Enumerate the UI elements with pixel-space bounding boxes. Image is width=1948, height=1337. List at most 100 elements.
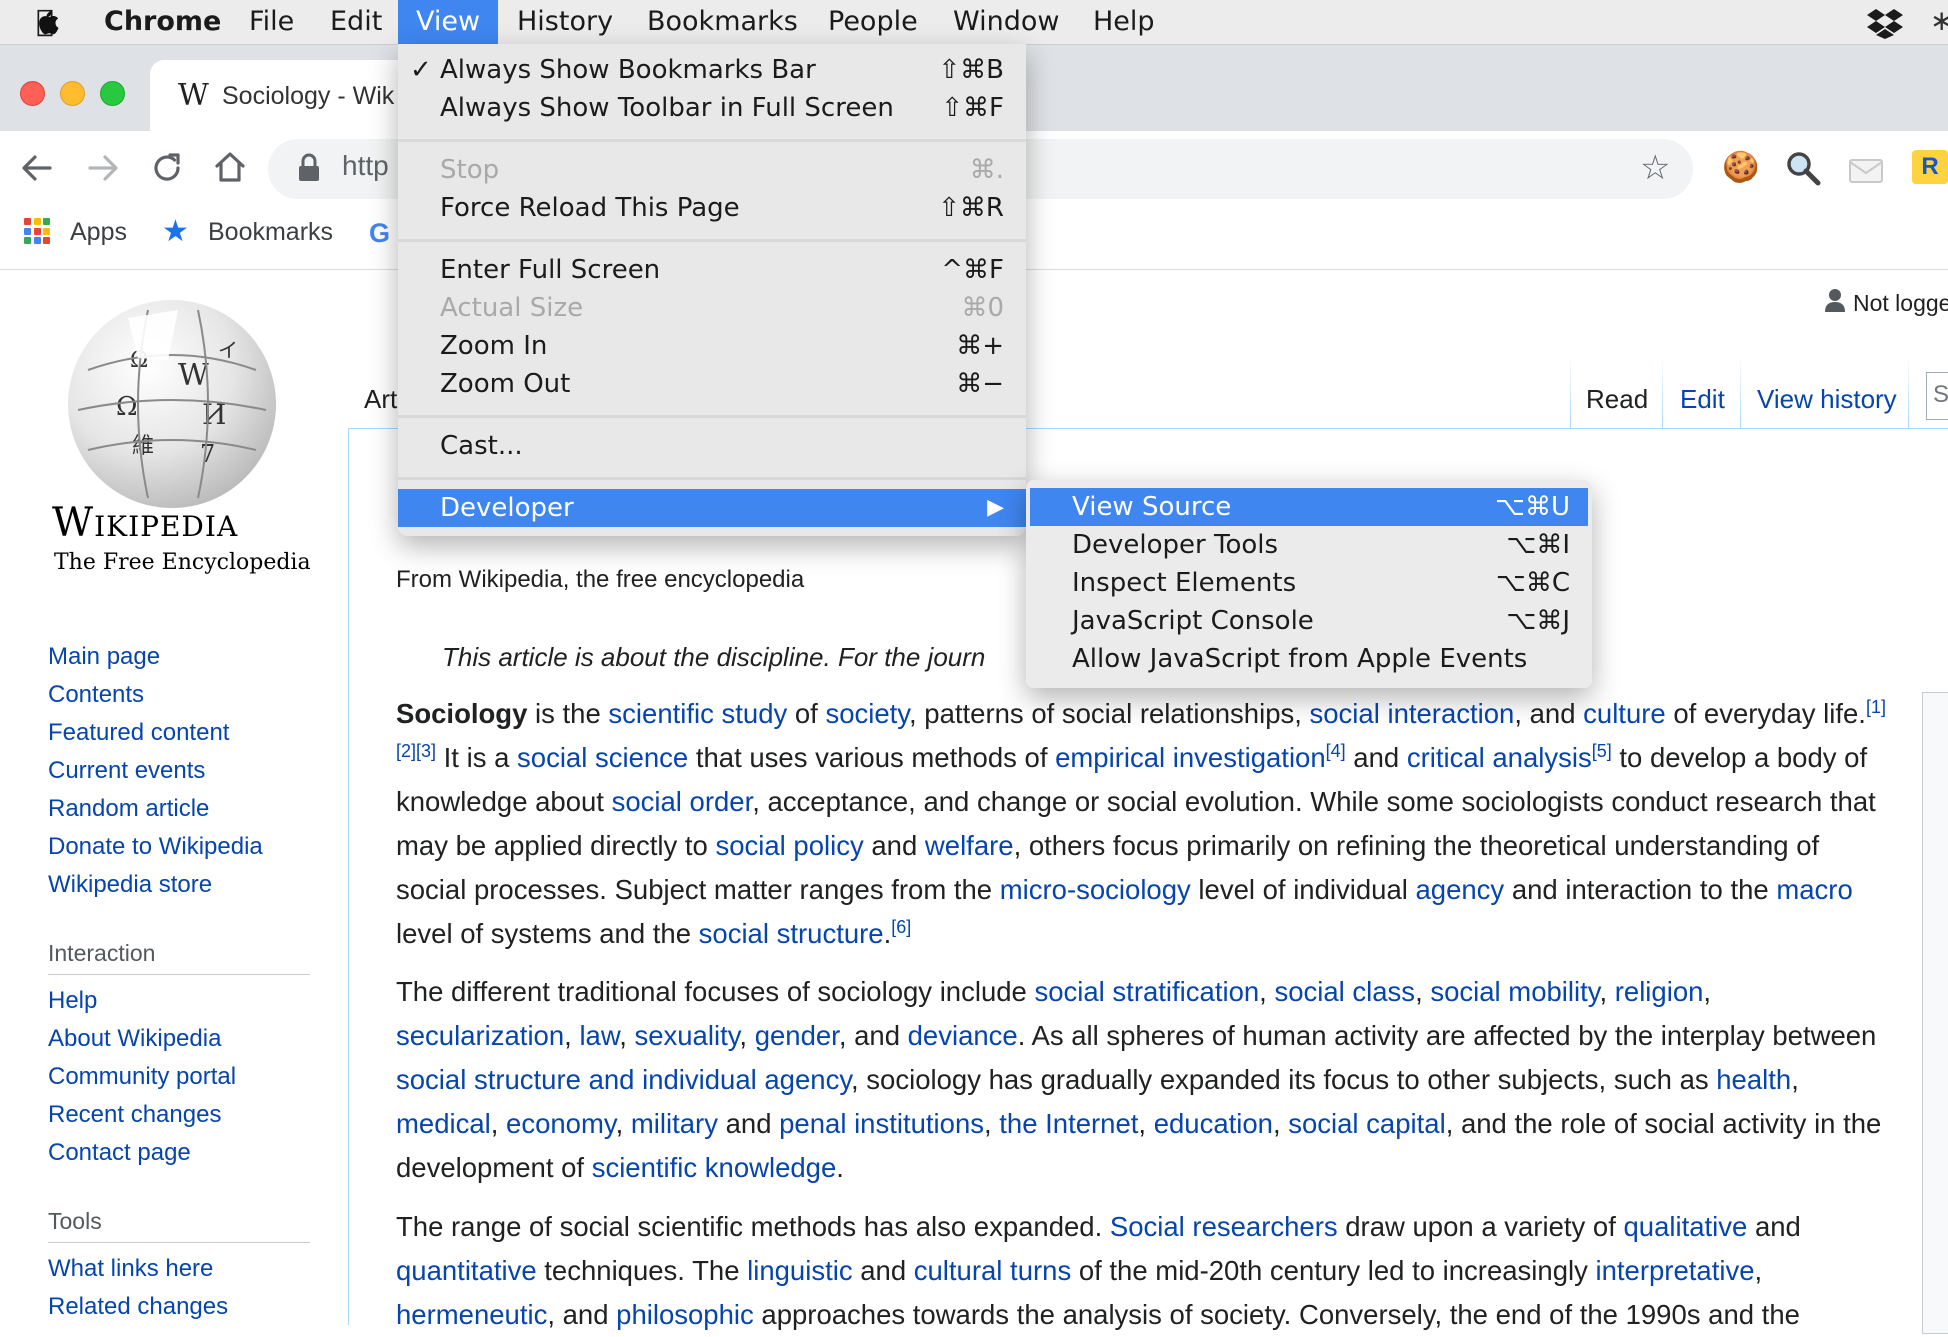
bluetooth-icon[interactable]: ∗	[1930, 4, 1948, 37]
menu-shortcut: ⌘.	[969, 155, 1004, 185]
nav-help[interactable]: Help	[48, 987, 97, 1015]
menu-separator	[398, 139, 1026, 142]
macos-menubar:  Chrome File Edit View History Bookmark…	[0, 0, 1948, 45]
menu-always-show-toolbar[interactable]: Always Show Toolbar in Full Screen ⇧⌘F	[398, 89, 1026, 127]
bookmark-star-icon[interactable]: ☆	[1640, 148, 1670, 188]
menu-separator	[398, 415, 1026, 418]
wikipedia-globe-logo[interactable]: Ω W Ω И 維 7 イ	[68, 300, 276, 508]
cookie-extension-icon[interactable]: 🍪	[1722, 150, 1759, 185]
apple-logo-icon[interactable]	[34, 8, 60, 36]
url-text[interactable]: http	[342, 150, 389, 182]
menu-separator	[398, 477, 1026, 480]
menu-cast[interactable]: Cast...	[398, 427, 1026, 465]
menu-allow-javascript-apple-events[interactable]: Allow JavaScript from Apple Events	[1030, 640, 1588, 678]
menu-item-label: Developer Tools	[1072, 530, 1279, 560]
menu-item-label: Always Show Toolbar in Full Screen	[440, 93, 894, 123]
menu-view-source[interactable]: View Source ⌥⌘U	[1030, 488, 1588, 526]
bookmark-apps[interactable]: Apps	[70, 218, 127, 247]
tab-article[interactable]: Art	[364, 384, 397, 415]
menu-item-label: Allow JavaScript from Apple Events	[1072, 644, 1528, 674]
menubar-edit[interactable]: Edit	[330, 0, 382, 44]
menu-always-show-bookmarks-bar[interactable]: ✓ Always Show Bookmarks Bar ⇧⌘B	[398, 51, 1026, 89]
google-bookmark-icon[interactable]: G	[369, 218, 390, 249]
menu-inspect-elements[interactable]: Inspect Elements ⌥⌘C	[1030, 564, 1588, 602]
menubar-window[interactable]: Window	[953, 0, 1059, 44]
wikipedia-tagline: The Free Encyclopedia	[54, 550, 311, 575]
apps-grid-icon[interactable]	[24, 218, 51, 245]
tab-separator	[1662, 356, 1663, 428]
nav-random-article[interactable]: Random article	[48, 795, 209, 823]
article-paragraph-1: Sociology is the scientific study of soc…	[396, 696, 1886, 949]
menubar-bookmarks[interactable]: Bookmarks	[647, 0, 798, 44]
menu-shortcut: ^⌘F	[941, 255, 1004, 285]
article-paragraph-2: The different traditional focuses of soc…	[396, 976, 1882, 1183]
checkmark-icon: ✓	[410, 55, 432, 85]
menubar-people[interactable]: People	[828, 0, 918, 44]
mail-extension-icon[interactable]	[1848, 156, 1884, 184]
nav-main-page[interactable]: Main page	[48, 643, 160, 671]
menu-shortcut: ⌘0	[961, 293, 1004, 323]
menu-item-label: Stop	[440, 155, 500, 185]
menubar-help[interactable]: Help	[1093, 0, 1155, 44]
bookmark-bookmarks[interactable]: Bookmarks	[208, 218, 333, 247]
nav-recent-changes[interactable]: Recent changes	[48, 1101, 221, 1129]
tab-separator	[1740, 356, 1741, 428]
from-wikipedia-note: From Wikipedia, the free encyclopedia	[396, 566, 805, 593]
menu-force-reload[interactable]: Force Reload This Page ⇧⌘R	[398, 189, 1026, 227]
magnifier-extension-icon[interactable]	[1785, 150, 1821, 186]
menu-javascript-console[interactable]: JavaScript Console ⌥⌘J	[1030, 602, 1588, 640]
home-icon[interactable]	[213, 150, 247, 184]
menu-item-label: Cast...	[440, 431, 523, 461]
hatnote: This article is about the discipline. Fo…	[442, 642, 986, 672]
nav-tools-heading: Tools	[48, 1208, 102, 1234]
menu-item-label: JavaScript Console	[1072, 606, 1314, 636]
tab-edit[interactable]: Edit	[1680, 384, 1725, 415]
menubar-file[interactable]: File	[249, 0, 294, 44]
not-logged-in-label: Not logge	[1853, 290, 1948, 316]
dropbox-icon[interactable]	[1866, 7, 1904, 39]
menubar-chrome[interactable]: Chrome	[104, 0, 221, 44]
menu-shortcut: ⇧⌘B	[938, 55, 1004, 85]
nav-what-links-here[interactable]: What links here	[48, 1255, 213, 1283]
view-menu: ✓ Always Show Bookmarks Bar ⇧⌘B Always S…	[398, 44, 1026, 536]
globe-puzzle-lines	[77, 309, 267, 499]
nav-community-portal[interactable]: Community portal	[48, 1063, 236, 1091]
menubar-view[interactable]: View	[398, 0, 499, 44]
nav-featured-content[interactable]: Featured content	[48, 719, 229, 747]
tab-view-history[interactable]: View history	[1757, 384, 1897, 415]
submenu-arrow-icon: ▶	[987, 495, 1004, 520]
lock-icon[interactable]	[298, 153, 320, 183]
tab-separator	[1908, 356, 1909, 428]
menu-zoom-in[interactable]: Zoom In ⌘+	[398, 327, 1026, 365]
nav-current-events[interactable]: Current events	[48, 757, 205, 785]
menu-enter-full-screen[interactable]: Enter Full Screen ^⌘F	[398, 251, 1026, 289]
nav-interaction-heading: Interaction	[48, 940, 156, 966]
nav-about-wikipedia[interactable]: About Wikipedia	[48, 1025, 221, 1053]
nav-related-changes[interactable]: Related changes	[48, 1293, 228, 1321]
zoom-window-button[interactable]	[100, 81, 125, 106]
menu-zoom-out[interactable]: Zoom Out ⌘−	[398, 365, 1026, 403]
r-extension-icon[interactable]: R	[1912, 150, 1948, 184]
nav-donate[interactable]: Donate to Wikipedia	[48, 833, 263, 861]
menubar-history[interactable]: History	[517, 0, 613, 44]
minimize-window-button[interactable]	[60, 81, 85, 106]
tab-separator	[1570, 356, 1571, 428]
nav-wikipedia-store[interactable]: Wikipedia store	[48, 871, 212, 899]
bookmarks-star-icon[interactable]: ★	[162, 214, 189, 249]
wiki-search-input[interactable]: S	[1926, 372, 1948, 420]
wikipedia-wordmark[interactable]: Wikipedia	[52, 500, 238, 546]
menu-shortcut: ⌥⌘U	[1495, 492, 1570, 522]
close-window-button[interactable]	[20, 81, 45, 106]
nav-contact-page[interactable]: Contact page	[48, 1139, 191, 1167]
menu-developer-tools[interactable]: Developer Tools ⌥⌘I	[1030, 526, 1588, 564]
nav-contents[interactable]: Contents	[48, 681, 144, 709]
menu-item-label: View Source	[1072, 492, 1232, 522]
forward-icon[interactable]	[86, 152, 120, 184]
menu-developer[interactable]: Developer ▶	[398, 489, 1026, 527]
reload-icon[interactable]	[150, 151, 184, 185]
nav-divider	[48, 1242, 310, 1243]
menu-item-label: Force Reload This Page	[440, 193, 740, 223]
back-icon[interactable]	[20, 152, 54, 184]
tab-read[interactable]: Read	[1586, 384, 1648, 415]
menu-item-label: Actual Size	[440, 293, 584, 323]
